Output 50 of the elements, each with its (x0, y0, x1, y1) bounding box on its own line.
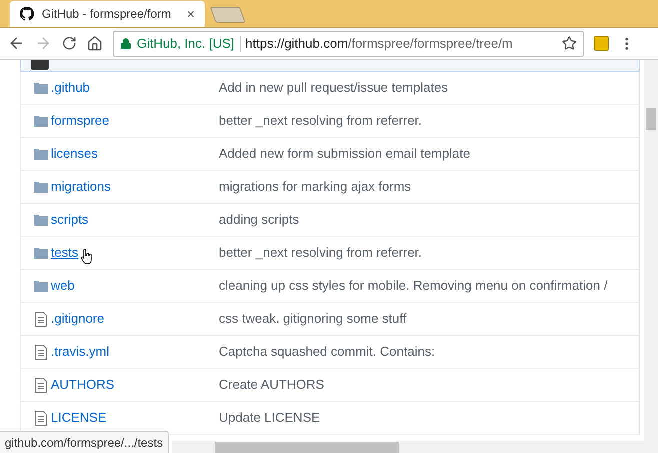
scrollbar-thumb[interactable] (646, 108, 656, 130)
file-link[interactable]: web (51, 278, 75, 294)
commit-message: migrations for marking ajax forms (219, 178, 412, 196)
folder-icon (34, 115, 48, 127)
commit-message: Added new form submission email template (219, 145, 470, 164)
octocat-logo-icon (20, 7, 34, 21)
file-icon (35, 378, 47, 392)
file-link[interactable]: licenses (51, 146, 98, 162)
commit-message: Create AUTHORS (219, 376, 324, 394)
commit-message: Update LICENSE (219, 409, 320, 428)
folder-icon (34, 82, 48, 94)
file-icon (35, 410, 47, 426)
hand-cursor-icon (81, 249, 93, 266)
tab-title: GitHub - formspree/form (42, 6, 172, 23)
file-link[interactable]: .travis.yml (51, 344, 110, 360)
commit-message: css tweak. gitignoring some stuff (219, 310, 407, 328)
folder-icon (34, 280, 48, 292)
folder-icon (34, 181, 48, 193)
file-link[interactable]: .gitignore (51, 311, 104, 326)
file-link[interactable]: .github (51, 80, 90, 96)
file-icon (35, 312, 47, 326)
folder-icon (34, 247, 48, 259)
reload-icon[interactable] (62, 36, 77, 51)
address-bar[interactable]: GitHub, Inc. [US] https://github.com/formspree/formspree/tree/m (113, 30, 584, 56)
folder-icon (34, 148, 48, 160)
commit-message: adding scripts (219, 211, 300, 230)
status-bubble: github.com/formspree/.../tests (0, 431, 170, 453)
commit-message: better _next resolving from referrer. (219, 112, 422, 130)
commit-message: better _next resolving from referrer. (219, 244, 422, 262)
file-link[interactable]: tests (51, 245, 78, 260)
folder-icon (34, 214, 48, 226)
home-icon[interactable] (87, 36, 103, 52)
file-link[interactable]: formspree (51, 113, 110, 128)
avatar-placeholder (31, 60, 49, 70)
file-link[interactable]: LICENSE (51, 410, 107, 426)
certificate-owner: GitHub, Inc. [US] (137, 34, 235, 53)
commit-message: Add in new pull request/issue templates (219, 79, 448, 98)
tab-close-button[interactable]: × (186, 7, 195, 21)
file-link[interactable]: scripts (51, 212, 89, 228)
back-icon[interactable] (8, 35, 25, 52)
commit-message: cleaning up css styles for mobile. Removing menu on confirmation / (219, 277, 608, 296)
scrollbar-thumb[interactable] (215, 442, 399, 453)
file-link[interactable]: migrations (51, 179, 111, 194)
file-icon (35, 344, 47, 360)
url-text: https://github.com/formspree/formspree/tree/m (246, 34, 514, 53)
browser-tab[interactable]: GitHub - formspree/form × (10, 1, 205, 27)
bookmark-star-icon[interactable] (562, 36, 577, 51)
commit-message: Captcha squashed commit. Contains: (219, 343, 436, 362)
file-link[interactable]: AUTHORS (51, 377, 115, 392)
lock-icon (120, 38, 132, 50)
